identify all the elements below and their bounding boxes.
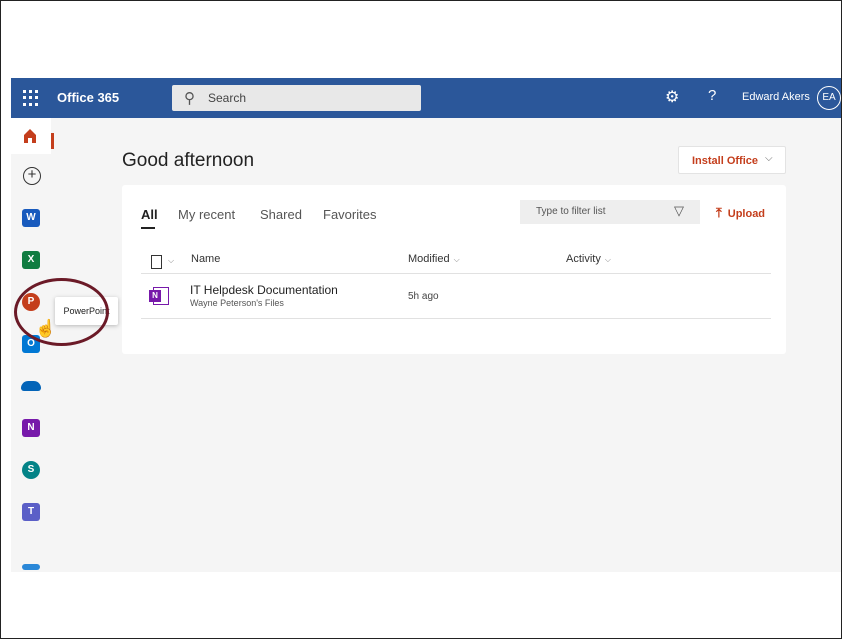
install-office-label: Install Office — [692, 155, 759, 167]
app-rail: + W X P O N S T — [11, 118, 51, 572]
files-card: All My recent Shared Favorites Type to f… — [122, 185, 786, 354]
column-name[interactable]: Name — [191, 253, 220, 265]
rail-item-teams[interactable]: T — [11, 494, 51, 530]
tab-my-recent[interactable]: My recent — [178, 207, 235, 222]
file-modified: 5h ago — [408, 291, 439, 302]
onenote-icon: N — [149, 286, 169, 306]
word-icon: W — [22, 209, 40, 227]
column-activity[interactable]: Activity ⌵ — [566, 253, 611, 265]
sharepoint-icon: S — [22, 461, 40, 479]
teams-icon: T — [22, 503, 40, 521]
home-icon — [24, 129, 36, 143]
search-box[interactable]: ⚲ Search — [172, 85, 421, 111]
top-bar: Office 365 ⚲ Search ⚙ ? Edward Akers EA — [11, 78, 841, 118]
search-placeholder: Search — [208, 91, 247, 105]
file-type-icon[interactable] — [151, 255, 162, 269]
rail-item-onenote[interactable]: N — [11, 410, 51, 446]
filter-input[interactable]: Type to filter list ▽ — [520, 200, 700, 224]
filter-placeholder: Type to filter list — [536, 206, 606, 217]
rail-item-create[interactable]: + — [11, 160, 51, 196]
active-indicator — [51, 133, 54, 149]
app-name[interactable]: Office 365 — [57, 90, 119, 105]
rail-item-sharepoint[interactable]: S — [11, 452, 51, 488]
plus-circle-icon: + — [23, 167, 41, 185]
user-name[interactable]: Edward Akers — [742, 91, 810, 103]
tab-favorites[interactable]: Favorites — [323, 207, 376, 222]
table-row[interactable]: N IT Helpdesk Documentation Wayne Peters… — [141, 277, 771, 319]
tab-shared[interactable]: Shared — [260, 207, 302, 222]
rail-item-home[interactable] — [11, 118, 51, 154]
search-icon: ⚲ — [184, 90, 195, 107]
avatar[interactable]: EA — [817, 86, 841, 110]
filter-icon[interactable]: ▽ — [674, 203, 684, 219]
highlight-circle — [14, 278, 109, 346]
tab-all[interactable]: All — [141, 207, 158, 229]
upload-arrow-icon: ⤒ — [716, 205, 722, 220]
file-table-header: ⌵ Name Modified ⌵ Activity ⌵ — [141, 248, 771, 274]
image-frame: Office 365 ⚲ Search ⚙ ? Edward Akers EA … — [0, 0, 842, 639]
settings-gear-icon[interactable]: ⚙ — [665, 87, 679, 107]
onenote-icon: N — [22, 419, 40, 437]
rail-item-more[interactable] — [11, 536, 51, 572]
file-name[interactable]: IT Helpdesk Documentation — [190, 283, 338, 297]
column-modified[interactable]: Modified ⌵ — [408, 253, 460, 265]
chevron-down-icon: ⌵ — [765, 153, 773, 164]
excel-icon: X — [22, 251, 40, 269]
hand-cursor-icon: ☝ — [35, 319, 57, 338]
upload-label: Upload — [727, 208, 766, 220]
chevron-down-icon[interactable]: ⌵ — [168, 256, 174, 266]
install-office-button[interactable]: Install Office ⌵ — [678, 146, 786, 174]
office-portal-screenshot: Office 365 ⚲ Search ⚙ ? Edward Akers EA … — [11, 78, 841, 572]
help-icon[interactable]: ? — [708, 87, 716, 104]
app-icon — [22, 564, 40, 570]
file-location: Wayne Peterson's Files — [190, 298, 284, 308]
rail-item-word[interactable]: W — [11, 200, 51, 236]
rail-item-excel[interactable]: X — [11, 242, 51, 278]
rail-item-onedrive[interactable] — [11, 368, 51, 404]
page-greeting: Good afternoon — [122, 150, 255, 171]
app-launcher-icon[interactable] — [23, 90, 39, 106]
onedrive-icon — [21, 381, 41, 391]
upload-button[interactable]: ⤒ Upload — [716, 205, 765, 221]
